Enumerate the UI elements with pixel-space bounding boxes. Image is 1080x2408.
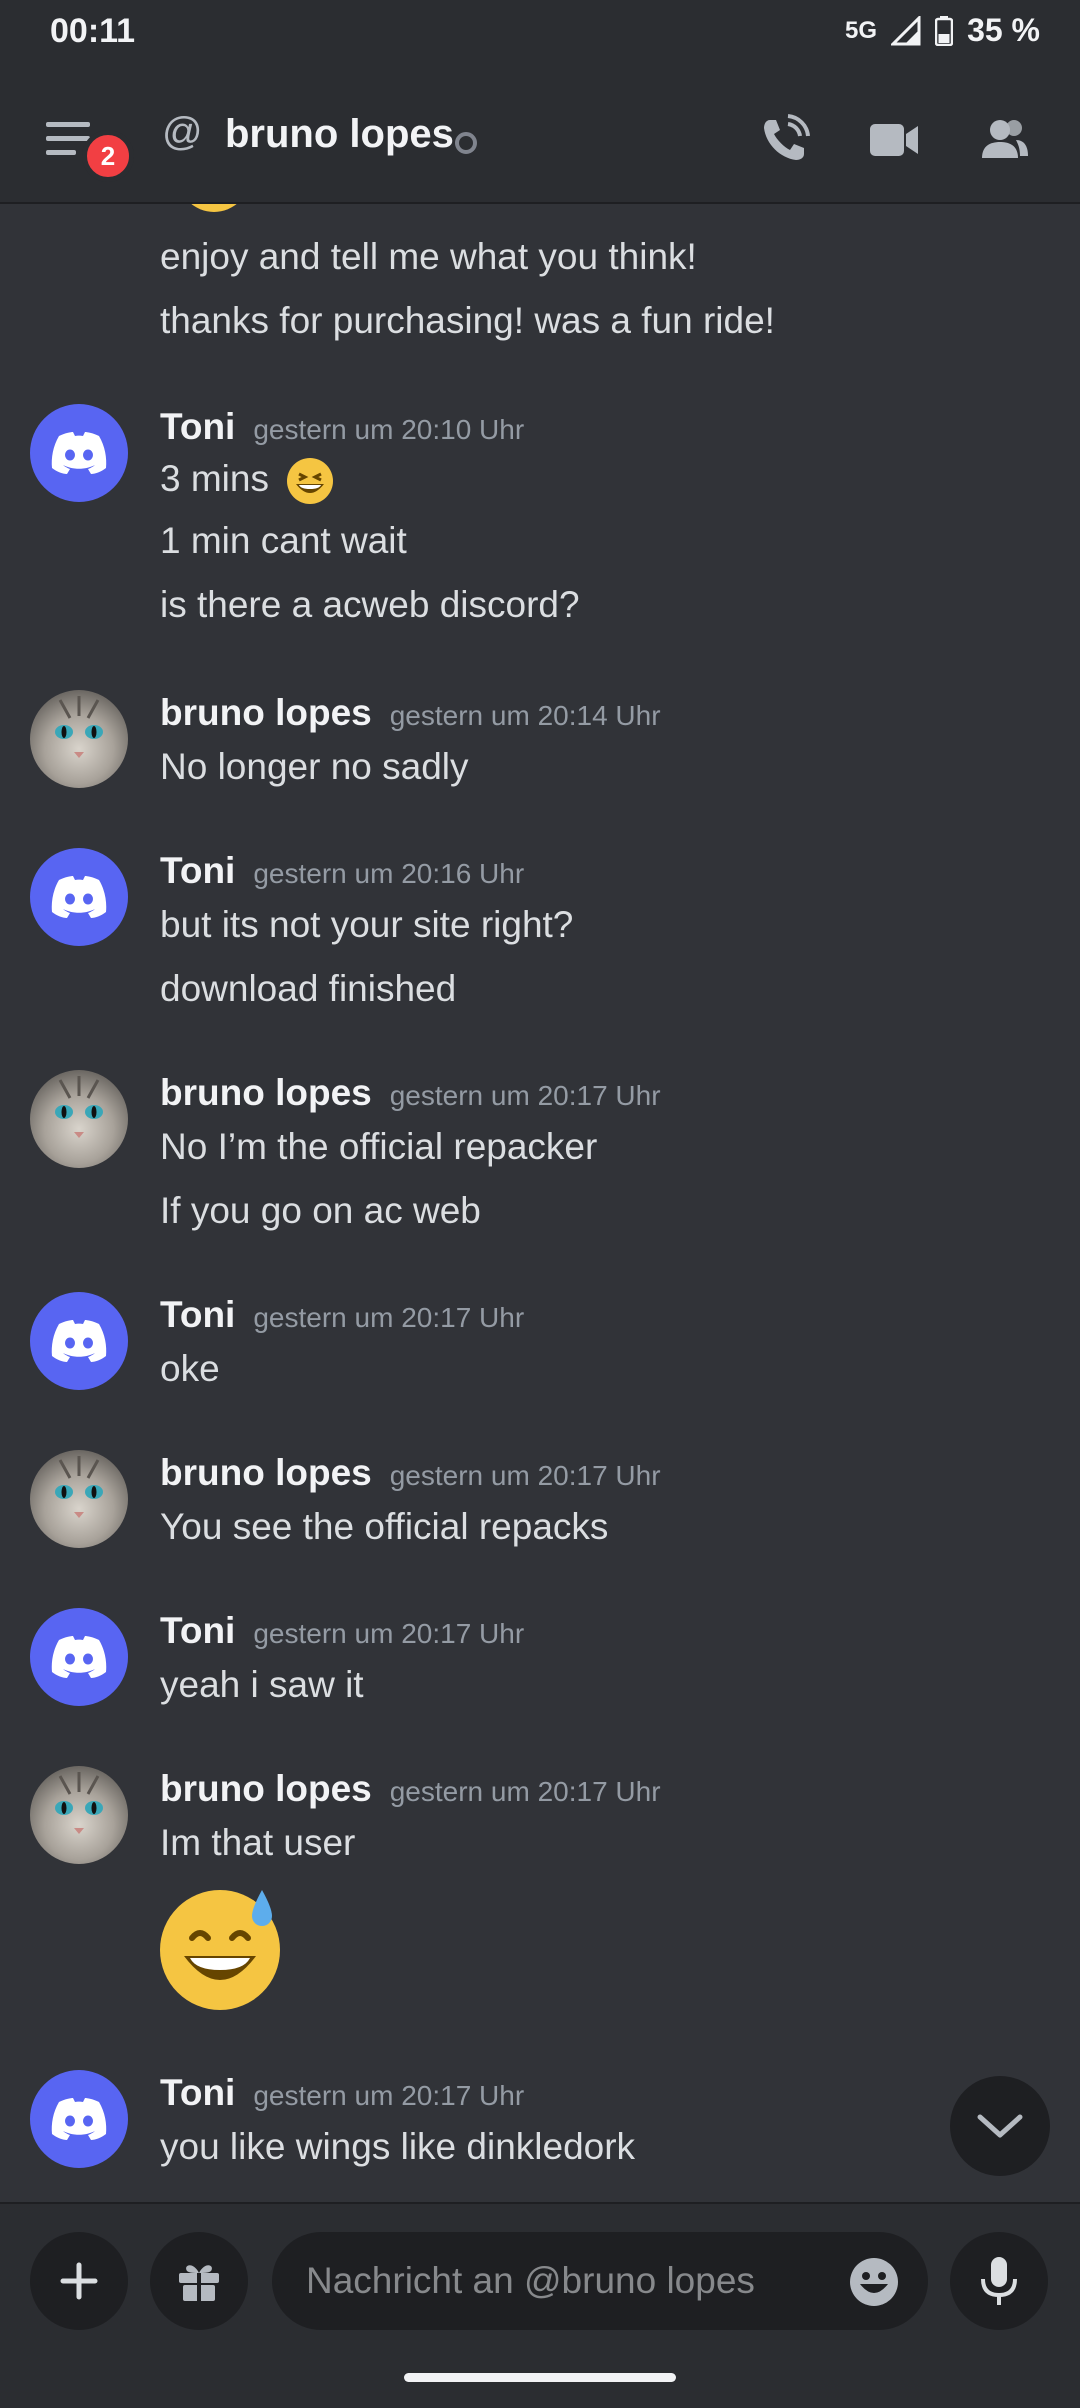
status-time: 00:11 [50, 12, 136, 50]
message-author[interactable]: bruno lopes gestern um 20:17 Uhr [160, 1452, 661, 1494]
video-call-icon[interactable] [866, 112, 922, 168]
status-indicators: 5G 35 % [845, 12, 1040, 49]
microphone-icon [981, 2257, 1017, 2305]
message-timestamp: gestern um 20:17 Uhr [389, 1460, 661, 1491]
message-author[interactable]: Toni gestern um 20:16 Uhr [160, 850, 524, 892]
avatar[interactable] [30, 2070, 128, 2168]
members-icon[interactable] [976, 112, 1032, 168]
message-composer [0, 2202, 1080, 2408]
message-text: 3 mins [160, 456, 335, 506]
message-text: yeah i saw it [160, 1664, 364, 1705]
message-author[interactable]: Toni gestern um 20:17 Uhr [160, 1294, 524, 1336]
gift-button[interactable] [150, 2232, 248, 2330]
message-timestamp: gestern um 20:17 Uhr [389, 1080, 661, 1111]
signal-icon [891, 15, 921, 45]
message-text: download finished [160, 968, 457, 1009]
emoji-icon[interactable] [848, 2256, 900, 2308]
message-text: No I’m the official repacker [160, 1126, 598, 1167]
message-text: oke [160, 1348, 220, 1389]
add-attachment-button[interactable] [30, 2232, 128, 2330]
author-name[interactable]: Toni [160, 1294, 235, 1335]
discord-logo-icon [51, 2098, 107, 2140]
at-icon: @ [162, 110, 203, 154]
message-timestamp: gestern um 20:17 Uhr [253, 2080, 525, 2111]
message-author[interactable]: Toni gestern um 20:17 Uhr [160, 1610, 524, 1652]
message-text: If you go on ac web [160, 1190, 481, 1231]
gesture-nav-bar [404, 2373, 676, 2382]
unread-badge: 2 [82, 130, 134, 182]
avatar[interactable] [30, 1608, 128, 1706]
avatar[interactable] [30, 848, 128, 946]
message-timestamp: gestern um 20:10 Uhr [253, 414, 525, 445]
message-timestamp: gestern um 20:17 Uhr [253, 1618, 525, 1649]
discord-logo-icon [51, 432, 107, 474]
message-text: you like wings like dinkledork [160, 2126, 636, 2167]
author-name[interactable]: Toni [160, 1610, 235, 1651]
message-text: You see the official repacks [160, 1506, 609, 1547]
message-author[interactable]: Toni gestern um 20:10 Uhr [160, 406, 524, 448]
cat-avatar-icon [55, 1076, 103, 1138]
message-timestamp: gestern um 20:16 Uhr [253, 858, 525, 889]
author-name[interactable]: bruno lopes [160, 692, 372, 733]
avatar[interactable] [30, 690, 128, 788]
message-timestamp: gestern um 20:14 Uhr [389, 700, 661, 731]
grinning-sweat-emoji-icon [160, 1890, 280, 2010]
message-text-content: 3 mins [160, 457, 269, 499]
message-timestamp: gestern um 20:17 Uhr [253, 1302, 525, 1333]
message-author[interactable]: bruno lopes gestern um 20:17 Uhr [160, 1768, 661, 1810]
author-name[interactable]: bruno lopes [160, 1072, 372, 1113]
message-input-box[interactable] [272, 2232, 928, 2330]
discord-logo-icon [51, 876, 107, 918]
message-text: No longer no sadly [160, 746, 469, 787]
avatar[interactable] [30, 1450, 128, 1548]
emoji-image [178, 204, 250, 212]
cat-avatar-icon [55, 696, 103, 758]
battery-icon [935, 15, 954, 46]
phone-call-icon[interactable] [756, 112, 812, 168]
message-timestamp: gestern um 20:17 Uhr [389, 1776, 661, 1807]
author-name[interactable]: bruno lopes [160, 1768, 372, 1809]
dm-title[interactable]: bruno lopes [225, 112, 454, 157]
avatar[interactable] [30, 1070, 128, 1168]
message-text: but its not your site right? [160, 904, 574, 945]
message-author[interactable]: bruno lopes gestern um 20:14 Uhr [160, 692, 661, 734]
message-text: thanks for purchasing! was a fun ride! [160, 300, 775, 341]
avatar[interactable] [30, 1766, 128, 1864]
message-text: enjoy and tell me what you think! [160, 236, 697, 277]
discord-logo-icon [51, 1636, 107, 1678]
jump-to-bottom-button[interactable] [950, 2076, 1050, 2176]
message-author[interactable]: Toni gestern um 20:17 Uhr [160, 2072, 524, 2114]
author-name[interactable]: Toni [160, 406, 235, 447]
author-name[interactable]: Toni [160, 2072, 235, 2113]
cat-avatar-icon [55, 1456, 103, 1518]
voice-message-button[interactable] [950, 2232, 1048, 2330]
channel-header: 2 @ bruno lopes [0, 70, 1080, 204]
author-name[interactable]: bruno lopes [160, 1452, 372, 1493]
message-author[interactable]: bruno lopes gestern um 20:17 Uhr [160, 1072, 661, 1114]
message-text: 1 min cant wait [160, 520, 407, 561]
avatar[interactable] [30, 404, 128, 502]
status-bar: 00:11 5G 35 % [0, 0, 1080, 70]
discord-logo-icon [51, 1320, 107, 1362]
battery-level: 35 % [967, 12, 1040, 48]
plus-icon [60, 2262, 98, 2300]
network-type: 5G [845, 16, 878, 44]
chevron-down-icon [977, 2114, 1023, 2138]
gift-icon [179, 2265, 219, 2301]
message-input[interactable] [304, 2259, 828, 2303]
avatar[interactable] [30, 1292, 128, 1390]
author-name[interactable]: Toni [160, 850, 235, 891]
message-text: is there a acweb discord? [160, 584, 580, 625]
offline-status-icon [455, 132, 477, 154]
message-list[interactable]: enjoy and tell me what you think! thanks… [0, 204, 1080, 2202]
grinning-squinting-emoji-icon [287, 458, 334, 504]
message-text: Im that user [160, 1822, 356, 1863]
cat-avatar-icon [55, 1772, 103, 1834]
